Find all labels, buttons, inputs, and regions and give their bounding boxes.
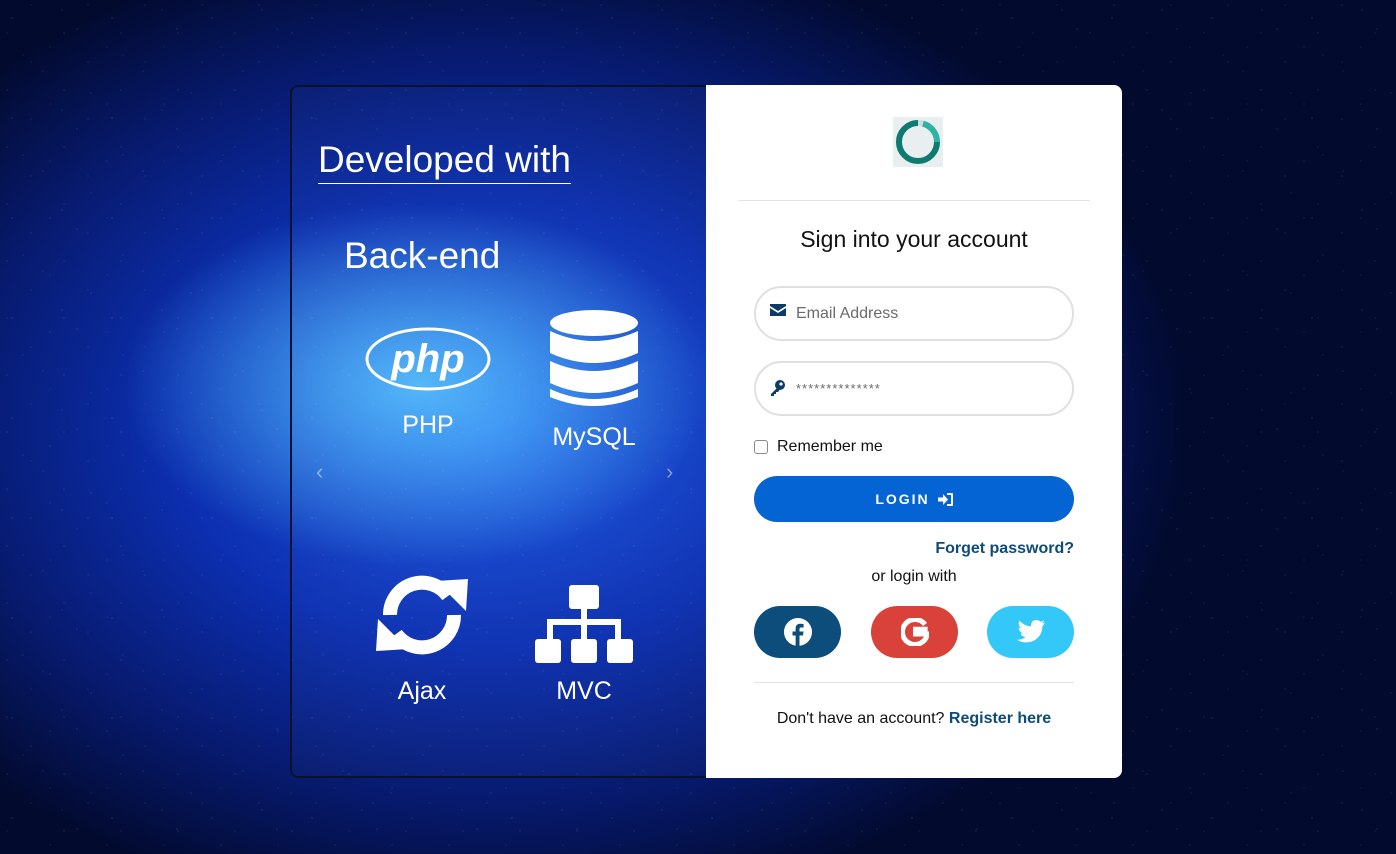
remember-me[interactable]: Remember me: [754, 438, 883, 456]
sync-arrows-icon: [376, 575, 468, 655]
password-field[interactable]: [754, 361, 1074, 416]
key-icon: [771, 380, 785, 396]
remember-checkbox[interactable]: [754, 440, 768, 454]
login-button[interactable]: LOGIN: [754, 476, 1074, 522]
php-logo-icon: php: [365, 327, 491, 391]
google-login-button[interactable]: [871, 606, 958, 658]
showcase-section-title: Back-end: [344, 235, 501, 276]
register-prompt-text: Don't have an account?: [776, 710, 945, 727]
svg-text:php: php: [390, 337, 464, 381]
tech-item-mysql: MySQL: [532, 309, 656, 451]
tech-label-php: PHP: [402, 411, 454, 439]
email-input[interactable]: [796, 288, 1056, 339]
sitemap-icon: [535, 585, 633, 663]
showcase-title: Developed with: [318, 139, 571, 184]
google-icon: [900, 618, 929, 646]
divider: [738, 200, 1090, 201]
tech-label-mysql: MySQL: [552, 423, 636, 451]
login-card: Developed with Back-end php PHP MySQL Aj…: [290, 85, 1122, 778]
tech-label-mvc: MVC: [556, 677, 612, 705]
database-icon: [550, 310, 638, 406]
ring-logo-icon: [896, 120, 940, 164]
tech-showcase-carousel: Developed with Back-end php PHP MySQL Aj…: [290, 85, 706, 778]
signin-title: Sign into your account: [800, 226, 1028, 252]
envelope-icon: [770, 304, 786, 316]
carousel-prev-button[interactable]: ‹: [316, 457, 323, 487]
or-login-with-text: or login with: [871, 568, 957, 585]
tech-item-mvc: MVC: [522, 583, 646, 705]
twitter-login-button[interactable]: [987, 606, 1074, 658]
email-field[interactable]: [754, 286, 1074, 341]
login-button-label: LOGIN: [875, 491, 930, 507]
app-logo: [893, 117, 943, 167]
tech-item-php: php PHP: [358, 325, 498, 439]
twitter-icon: [1016, 620, 1045, 643]
sign-in-icon: [937, 492, 953, 506]
password-input[interactable]: [796, 363, 1056, 414]
login-panel: Sign into your account Remember me LOGIN: [706, 85, 1122, 778]
register-prompt: Don't have an account? Register here: [706, 710, 1122, 728]
tech-item-ajax: Ajax: [352, 563, 492, 705]
facebook-icon: [783, 618, 812, 646]
register-link[interactable]: Register here: [949, 710, 1051, 727]
divider: [754, 682, 1074, 683]
forgot-password-link[interactable]: Forget password?: [935, 540, 1074, 558]
carousel-next-button[interactable]: ›: [666, 457, 673, 487]
remember-label: Remember me: [777, 438, 883, 455]
tech-label-ajax: Ajax: [397, 677, 447, 705]
facebook-login-button[interactable]: [754, 606, 841, 658]
